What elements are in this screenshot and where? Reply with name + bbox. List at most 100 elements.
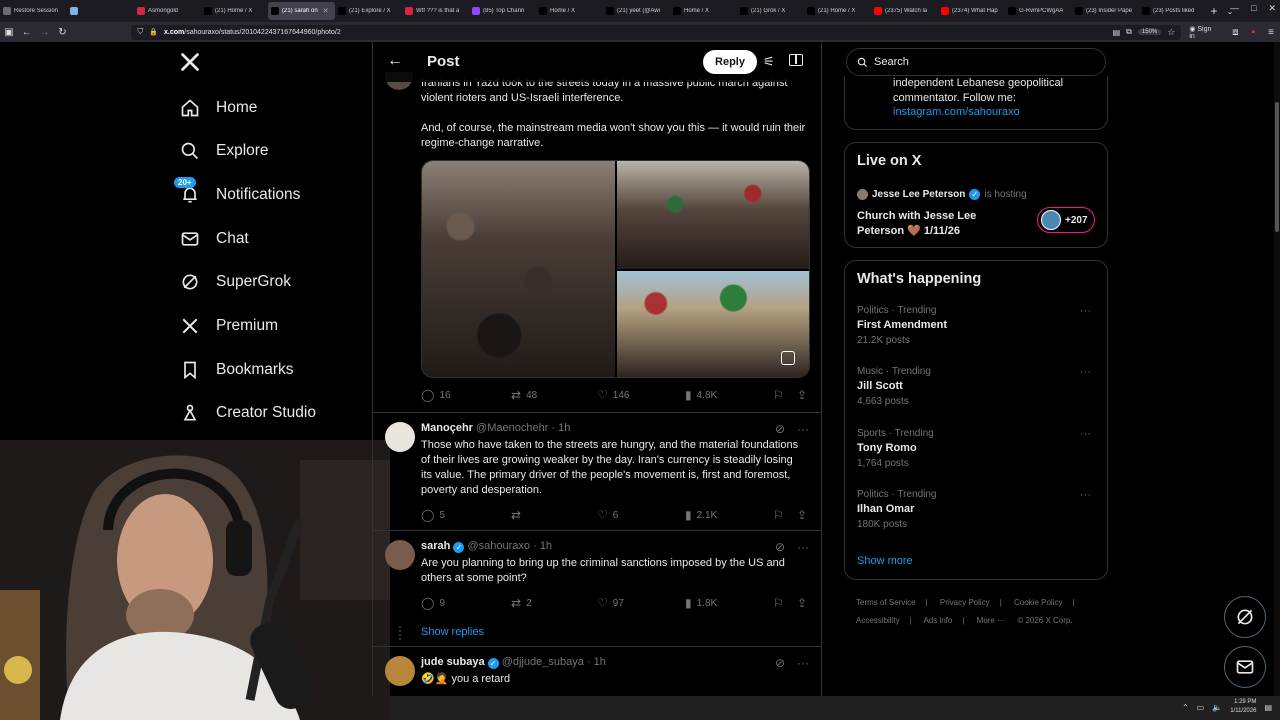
browser-tab[interactable]: (23) Posts liked (1139, 2, 1206, 20)
scrollbar-thumb[interactable] (1275, 102, 1279, 232)
url-bar[interactable]: ⛉ 🔒 x.com/sahouraxo/status/2010422437167… (131, 24, 1182, 40)
browser-tab[interactable]: Home / X (670, 2, 737, 20)
avatar[interactable] (385, 656, 415, 686)
more-icon[interactable]: ··· (1080, 366, 1091, 378)
browser-tab[interactable]: G-RvmPCWgAA (1005, 2, 1072, 20)
avatar[interactable] (385, 422, 415, 452)
nav-premium[interactable]: Premium (180, 311, 278, 341)
show-more-link[interactable]: Show more (857, 555, 913, 567)
back-arrow-icon[interactable]: ← (387, 52, 403, 70)
share-icon[interactable]: ⇪ (797, 508, 807, 522)
live-host[interactable]: Jesse Lee Peterson ✓ is hosting (857, 189, 1027, 200)
protest-photo-2[interactable] (617, 161, 809, 269)
more-icon[interactable]: ··· (1080, 305, 1091, 317)
grok-icon[interactable]: ⊘ (775, 656, 785, 670)
reload-icon[interactable]: ↻ (53, 27, 71, 38)
menu-icon[interactable]: ≡ (1262, 27, 1280, 38)
share-icon[interactable]: ⇪ (797, 388, 807, 402)
bookmark-action-icon[interactable]: ⚐ (773, 388, 784, 402)
minimize-icon[interactable]: — (1230, 3, 1239, 14)
footer-link[interactable]: Ads info (923, 616, 952, 625)
reply-author-name[interactable]: Manoçehr (421, 422, 473, 434)
reply-handle[interactable]: @djjude_subaya (502, 656, 584, 668)
reply-time[interactable]: · 1h (533, 540, 552, 552)
more-icon[interactable]: ··· (797, 422, 809, 436)
grok-icon[interactable]: ⊘ (775, 422, 785, 436)
protest-photo-1[interactable] (422, 161, 615, 377)
like-action[interactable]: ♡ 97 (597, 596, 624, 610)
zoom-level[interactable]: 150% (1137, 29, 1162, 35)
nav-home[interactable]: Home (180, 93, 257, 123)
like-action[interactable]: ♡ 146 (597, 388, 629, 402)
browser-tab[interactable] (67, 2, 134, 20)
browser-tab[interactable]: (21) Explore / X (335, 2, 402, 20)
addon-icon[interactable]: ▪ (1244, 27, 1262, 38)
repost-action[interactable]: ⇄ 48 (511, 388, 537, 402)
browser-tab[interactable]: (2374) What Hap (938, 2, 1005, 20)
bio-link[interactable]: instagram.com/sahouraxo (893, 106, 1020, 118)
page-scrollbar[interactable] (1274, 42, 1280, 696)
browser-tab[interactable]: (2375) Watch la (871, 2, 938, 20)
trend-item[interactable]: Politics · Trending Ilhan Omar 180K post… (857, 489, 1097, 530)
nav-explore[interactable]: Explore (180, 136, 269, 166)
notification-center-icon[interactable]: ▤ (1264, 703, 1272, 712)
back-icon[interactable]: ← (18, 27, 36, 38)
browser-tab[interactable]: (21) sarah on ✕ (268, 2, 335, 20)
repost-action[interactable]: ⇄ 2 (511, 596, 532, 610)
reply-handle[interactable]: @sahouraxo (467, 540, 530, 552)
reply-action[interactable]: ◯ 5 (421, 508, 445, 522)
views-action[interactable]: ▮ 4.8K (685, 388, 717, 402)
like-action[interactable]: ♡ 6 (597, 508, 618, 522)
network-icon[interactable]: ▭ (1197, 703, 1205, 712)
volume-icon[interactable]: 🔈 (1212, 703, 1222, 712)
trend-item[interactable]: Politics · Trending First Amendment 21.2… (857, 305, 1097, 346)
messages-fab[interactable] (1224, 646, 1266, 688)
search-input[interactable]: Search (846, 48, 1106, 76)
reply-action[interactable]: ◯ 9 (421, 596, 445, 610)
trend-item[interactable]: Music · Trending Jill Scott 4,663 posts … (857, 366, 1097, 407)
bookmark-action-icon[interactable]: ⚐ (773, 508, 784, 522)
reply-handle[interactable]: @Maenochehr (476, 422, 548, 434)
more-icon[interactable]: ··· (797, 540, 809, 554)
extensions-icon[interactable]: ⧈ (1227, 27, 1245, 38)
screenshot-icon[interactable]: ⧉ (1126, 27, 1132, 37)
browser-tab[interactable]: Asmongold (134, 2, 201, 20)
reply-author-name[interactable]: jude subaya (421, 656, 485, 668)
new-tab-button[interactable]: + (1206, 4, 1222, 18)
reply-time[interactable]: · 1h (551, 422, 570, 434)
reader-icon[interactable]: ▤ (1113, 28, 1121, 37)
browser-tab[interactable]: (85) Top Chann (469, 2, 536, 20)
browser-tab[interactable]: Home / X (536, 2, 603, 20)
listeners-pill[interactable]: +207 (1037, 207, 1095, 233)
bookmark-action-icon[interactable]: ⚐ (773, 596, 784, 610)
footer-link[interactable]: Terms of Service (856, 598, 916, 607)
shield-icon[interactable]: ⛉ (137, 27, 143, 37)
reply-author-name[interactable]: sarah (421, 540, 450, 552)
reader-view-icon[interactable] (789, 54, 803, 66)
browser-tab[interactable]: (23) Insider Pape (1072, 2, 1139, 20)
views-action[interactable]: ▮ 2.1K (685, 508, 717, 522)
footer-link[interactable]: Cookie Policy (1014, 598, 1062, 607)
browser-tab[interactable]: (21) Home / X (804, 2, 871, 20)
reply-action[interactable]: ◯ 16 (421, 388, 451, 402)
views-action[interactable]: ▮ 1.8K (685, 596, 717, 610)
footer-link[interactable]: Privacy Policy (940, 598, 990, 607)
nav-notifications[interactable]: 20+ Notifications (174, 177, 300, 210)
clock[interactable]: 1:29 PM 1/11/2026 (1230, 698, 1256, 716)
share-icon[interactable]: ⇪ (797, 596, 807, 610)
media-tag-icon[interactable] (781, 351, 795, 365)
nav-supergrok[interactable]: SuperGrok (180, 267, 291, 297)
x-logo[interactable] (180, 52, 202, 74)
show-replies-link[interactable]: Show replies (421, 626, 484, 638)
footer-link[interactable]: Accessibility (856, 616, 900, 625)
space-title[interactable]: Church with Jesse Lee Peterson 🤎 1/11/26 (857, 209, 1017, 239)
browser-tab[interactable]: (21) Home / X (201, 2, 268, 20)
tab-close-icon[interactable]: ✕ (323, 7, 329, 15)
reply-button[interactable]: Reply (703, 50, 757, 74)
trend-item[interactable]: Sports · Trending Tony Romo 1,764 posts … (857, 428, 1097, 469)
browser-tab[interactable]: (21) yeet (@Awi (603, 2, 670, 20)
firefox-account-button[interactable]: ◉ Sign in (1189, 25, 1218, 40)
reply-time[interactable]: · 1h (587, 656, 606, 668)
browser-tab[interactable]: Restore Session (0, 2, 67, 20)
more-icon[interactable]: ··· (1080, 428, 1091, 440)
